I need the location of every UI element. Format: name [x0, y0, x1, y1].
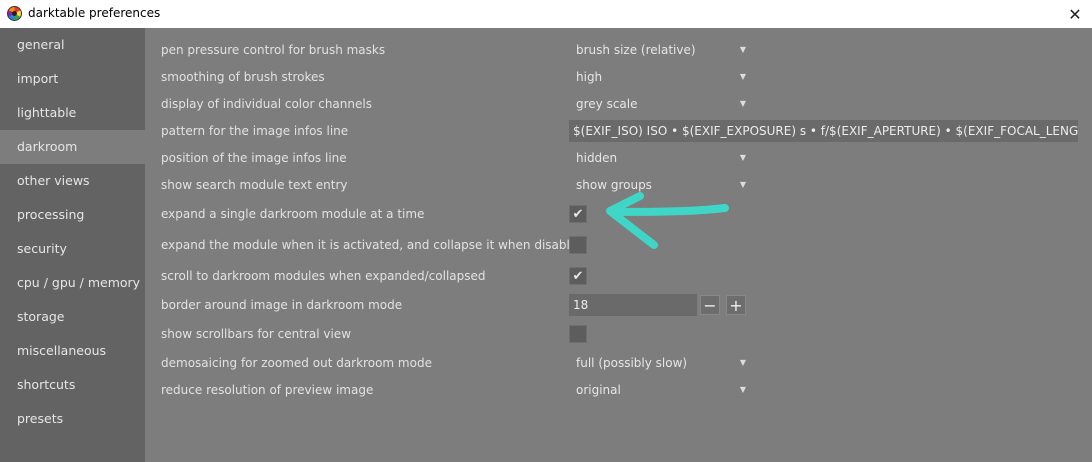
- dropdown-value: high: [576, 70, 603, 84]
- setting-label: expand the module when it is activated, …: [161, 238, 585, 252]
- dropdown-value: grey scale: [576, 97, 638, 111]
- setting-label: pattern for the image infos line: [161, 124, 349, 138]
- darktable-icon: [7, 6, 22, 21]
- expand-single-module-checkbox[interactable]: ✔: [569, 205, 587, 223]
- chevron-down-icon: ▼: [739, 180, 746, 189]
- sidebar-item-lighttable[interactable]: lighttable: [0, 96, 145, 130]
- dropdown-value: brush size (relative): [576, 43, 696, 57]
- setting-label: scroll to darkroom modules when expanded…: [161, 269, 486, 283]
- decrement-button[interactable]: −: [700, 295, 720, 315]
- sidebar-item-general[interactable]: general: [0, 28, 145, 62]
- setting-label: smoothing of brush strokes: [161, 70, 325, 84]
- setting-label: expand a single darkroom module at a tim…: [161, 207, 425, 221]
- window-title: darktable preferences: [28, 6, 161, 20]
- chevron-down-icon: ▼: [739, 153, 746, 162]
- close-button[interactable]: ✕: [1058, 0, 1092, 28]
- sidebar-item-cpu-gpu-memory[interactable]: cpu / gpu / memory: [0, 266, 145, 300]
- sidebar-item-darkroom[interactable]: darkroom: [0, 130, 145, 164]
- image-infos-pattern-input[interactable]: $(EXIF_ISO) ISO • $(EXIF_EXPOSURE) s • f…: [569, 120, 1078, 142]
- setting-label: border around image in darkroom mode: [161, 298, 403, 312]
- sidebar-item-security[interactable]: security: [0, 232, 145, 266]
- expand-on-activate-checkbox[interactable]: [569, 236, 587, 254]
- check-icon: ✔: [572, 206, 584, 222]
- increment-button[interactable]: +: [726, 295, 746, 315]
- chevron-down-icon: ▼: [739, 45, 746, 54]
- show-scrollbars-checkbox[interactable]: [569, 325, 587, 343]
- color-channels-dropdown[interactable]: grey scale ▼: [576, 94, 746, 114]
- setting-label: reduce resolution of preview image: [161, 383, 374, 397]
- setting-label: demosaicing for zoomed out darkroom mode: [161, 356, 432, 370]
- border-size-input[interactable]: 18: [569, 294, 697, 316]
- setting-label: display of individual color channels: [161, 97, 372, 111]
- infos-position-dropdown[interactable]: hidden ▼: [576, 148, 746, 168]
- setting-label: pen pressure control for brush masks: [161, 43, 386, 57]
- sidebar-item-other-views[interactable]: other views: [0, 164, 145, 198]
- setting-label: show search module text entry: [161, 178, 348, 192]
- dropdown-value: original: [576, 383, 621, 397]
- scroll-to-modules-checkbox[interactable]: ✔: [569, 267, 587, 285]
- brush-smoothing-dropdown[interactable]: high ▼: [576, 67, 746, 87]
- sidebar-item-shortcuts[interactable]: shortcuts: [0, 368, 145, 402]
- setting-label: position of the image infos line: [161, 151, 347, 165]
- chevron-down-icon: ▼: [739, 385, 746, 394]
- sidebar: general import lighttable darkroom other…: [0, 28, 145, 462]
- dropdown-value: hidden: [576, 151, 618, 165]
- sidebar-item-storage[interactable]: storage: [0, 300, 145, 334]
- sidebar-item-processing[interactable]: processing: [0, 198, 145, 232]
- sidebar-item-miscellaneous[interactable]: miscellaneous: [0, 334, 145, 368]
- check-icon: ✔: [572, 268, 584, 284]
- setting-label: show scrollbars for central view: [161, 327, 352, 341]
- chevron-down-icon: ▼: [739, 72, 746, 81]
- chevron-down-icon: ▼: [739, 99, 746, 108]
- annotation-arrow-icon: [606, 192, 729, 249]
- sidebar-item-presets[interactable]: presets: [0, 402, 145, 436]
- demosaicing-dropdown[interactable]: full (possibly slow) ▼: [576, 353, 746, 373]
- dropdown-value: full (possibly slow): [576, 356, 688, 370]
- pen-pressure-dropdown[interactable]: brush size (relative) ▼: [576, 40, 746, 60]
- chevron-down-icon: ▼: [739, 358, 746, 367]
- title-bar: darktable preferences ✕: [0, 0, 1092, 28]
- preferences-panel: pen pressure control for brush masks bru…: [145, 28, 1092, 462]
- preview-resolution-dropdown[interactable]: original ▼: [576, 380, 746, 400]
- dropdown-value: show groups: [576, 178, 652, 192]
- sidebar-item-import[interactable]: import: [0, 62, 145, 96]
